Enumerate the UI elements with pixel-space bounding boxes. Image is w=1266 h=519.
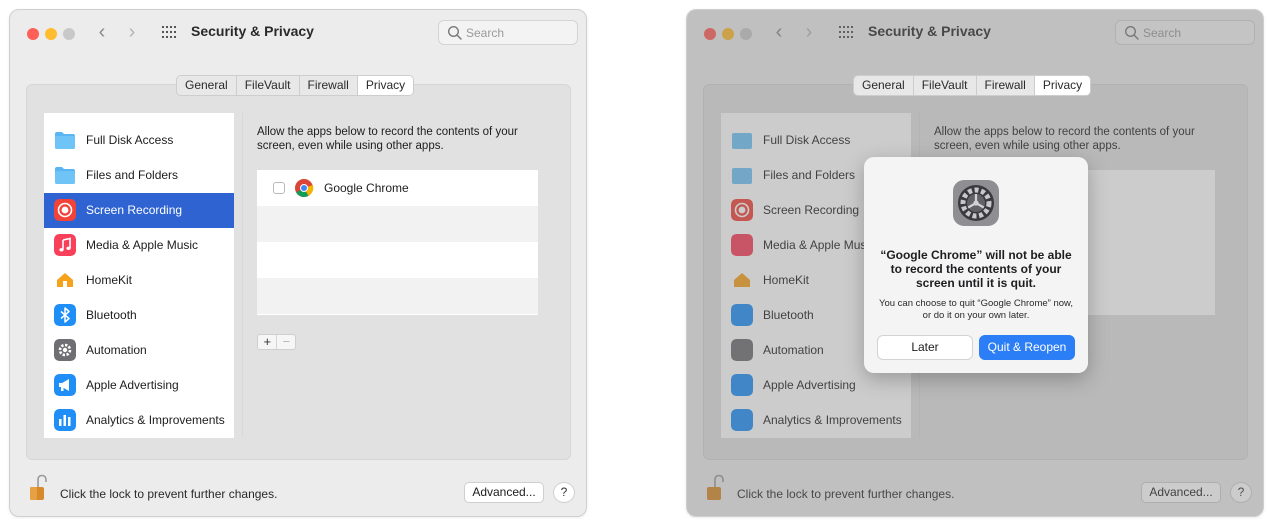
bluetooth-icon [54,304,76,326]
tab-bar: General FileVault Firewall Privacy [176,75,415,96]
tab-firewall: Firewall [977,76,1035,95]
tab-filevault: FileVault [914,76,977,95]
sidebar-item-label: Screen Recording [86,203,183,217]
folder-icon [55,167,75,184]
sidebar-item-label: Apple Advertising [86,378,179,392]
lock-status-text: Click the lock to prevent further change… [60,487,278,501]
app-name: Google Chrome [324,181,409,195]
search-field[interactable]: Search [438,20,578,45]
empty-row [257,242,538,278]
later-button[interactable]: Later [877,335,973,360]
chevron-left-icon: ‹ [98,21,106,43]
tab-filevault[interactable]: FileVault [237,76,300,95]
chevron-right-icon: › [128,21,136,43]
music-icon [54,234,76,256]
sidebar-item-label: Analytics & Improvements [86,413,225,427]
help-button[interactable]: ? [553,482,575,503]
sidebar-item-label: HomeKit [86,273,133,287]
sidebar-item-label: Files and Folders [86,168,179,182]
sidebar-item-label: Automation [86,343,147,357]
forward-button[interactable]: › [123,20,141,44]
tab-firewall[interactable]: Firewall [300,76,358,95]
tab-privacy: Privacy [1034,76,1091,95]
show-all-grid-icon[interactable] [162,26,178,38]
app-checkbox[interactable] [273,182,285,194]
tab-bar: General FileVault Firewall Privacy [853,75,1092,96]
tab-general: General [854,76,914,95]
search-placeholder: Search [466,26,505,40]
system-preferences-icon [953,180,999,226]
app-list: Google Chrome [257,170,538,315]
quit-alert-dialog: “Google Chrome” will not be able to reco… [864,157,1088,373]
search-icon [447,25,462,40]
sidebar-item-analytics[interactable]: Analytics & Improvements [44,403,234,438]
zoom-button[interactable] [63,28,75,40]
title-bar: ‹ › Security & Privacy Search [10,10,586,56]
megaphone-icon [54,374,76,396]
sidebar-item-bluetooth[interactable]: Bluetooth [44,298,234,333]
alert-title: “Google Chrome” will not be able to reco… [880,248,1072,290]
empty-row [257,278,538,314]
alert-message: You can choose to quit “Google Chrome” n… [879,298,1073,321]
sidebar-item-homekit[interactable]: HomeKit [44,263,234,298]
add-remove-control: + − [257,334,296,350]
sidebar-item-apple-advertising[interactable]: Apple Advertising [44,368,234,403]
remove-app-button[interactable]: − [276,335,295,349]
sidebar-item-label: Bluetooth [86,308,137,322]
sidebar-item-full-disk-access[interactable]: Full Disk Access [44,123,234,158]
sidebar-item-label: Media & Apple Music [86,238,199,252]
quit-and-reopen-button[interactable]: Quit & Reopen [979,335,1075,360]
chrome-icon [295,179,314,198]
sidebar-item-files-and-folders[interactable]: Files and Folders [44,158,234,193]
privacy-sidebar: Full Disk Access Files and Folders Scree… [44,113,234,438]
sidebar-item-screen-recording[interactable]: Screen Recording [44,193,234,228]
home-icon [54,269,76,291]
add-app-button[interactable]: + [258,335,276,349]
screen-recording-description: Allow the apps below to record the conte… [257,126,518,152]
tab-general[interactable]: General [177,76,237,95]
gear-icon [54,339,76,361]
folder-icon [55,132,75,149]
security-privacy-window: ‹ › Security & Privacy Search General Fi… [9,9,587,517]
close-button[interactable] [27,28,39,40]
security-privacy-window-with-alert: ‹ › Security & Privacy Search General Fi… [686,9,1264,517]
advanced-button[interactable]: Advanced... [464,482,544,503]
sidebar-item-media-apple-music[interactable]: Media & Apple Music [44,228,234,263]
window-title: Security & Privacy [191,23,314,39]
empty-row [257,206,538,242]
sidebar-item-label: Full Disk Access [86,133,174,147]
sidebar-item-automation[interactable]: Automation [44,333,234,368]
lock-icon[interactable] [28,474,48,502]
chart-icon [54,409,76,431]
screen-recording-icon [54,199,76,221]
back-button[interactable]: ‹ [93,20,111,44]
list-item[interactable]: Google Chrome [257,170,538,206]
tab-privacy[interactable]: Privacy [357,76,414,95]
minimize-button[interactable] [45,28,57,40]
